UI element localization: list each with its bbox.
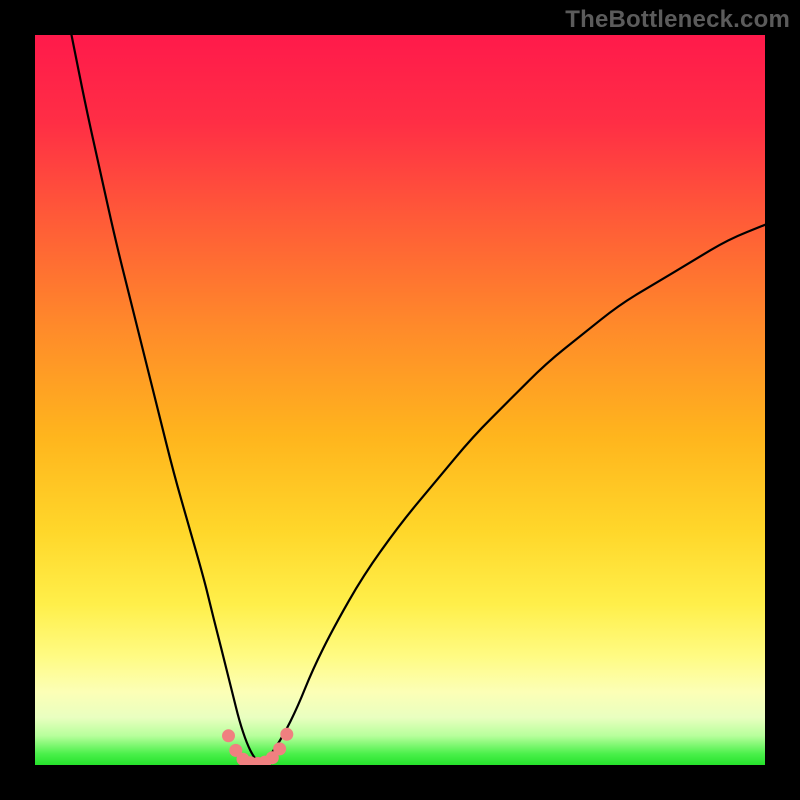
outer-frame: TheBottleneck.com — [0, 0, 800, 800]
gradient-background — [35, 35, 765, 765]
marker-point — [273, 742, 286, 755]
marker-point — [222, 729, 235, 742]
watermark-text: TheBottleneck.com — [565, 6, 790, 34]
chart-svg — [35, 35, 765, 765]
plot-area — [35, 35, 765, 765]
marker-point — [280, 728, 293, 741]
